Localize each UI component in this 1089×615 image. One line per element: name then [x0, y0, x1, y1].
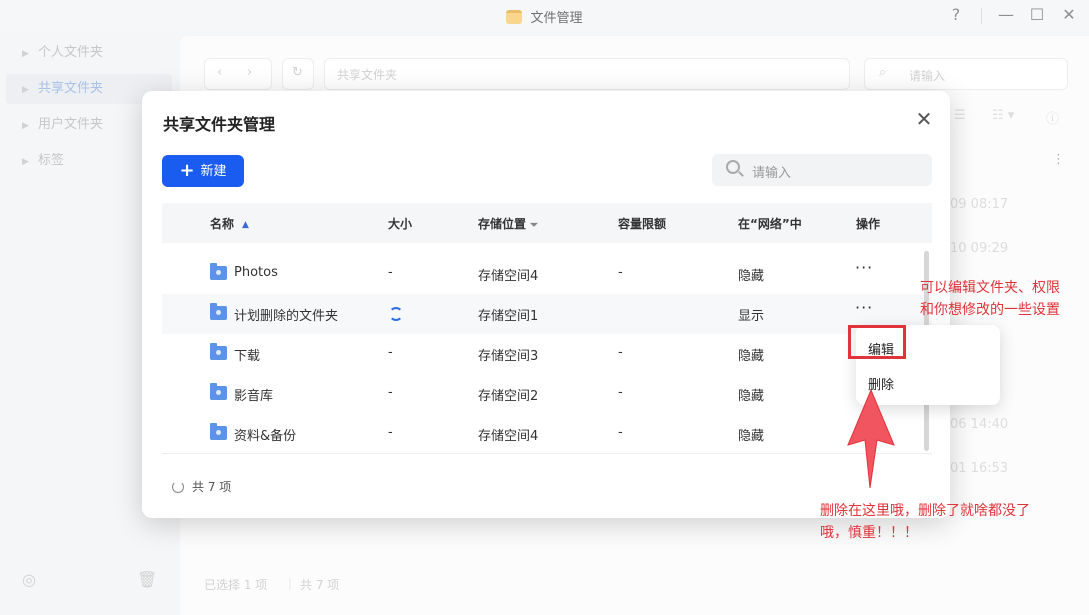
folder-network: 隐藏: [738, 349, 765, 364]
table-row[interactable]: 资料&备份 - 存储空间4 - 隐藏: [162, 414, 932, 454]
annotation-line: 可以编辑文件夹、权限: [920, 280, 1060, 296]
filter-icon[interactable]: ⏷: [530, 220, 538, 231]
item-count: 共 7 项: [192, 480, 232, 494]
column-actions: 操作: [856, 217, 881, 231]
more-actions-button[interactable]: ···: [855, 258, 873, 277]
folder-network: 隐藏: [738, 389, 765, 404]
column-quota[interactable]: 容量限额: [618, 215, 666, 232]
folder-size: -: [388, 345, 393, 360]
annotation-line: 和你想修改的一些设置: [920, 302, 1060, 318]
annotation-edit-hint: 可以编辑文件夹、权限 和你想修改的一些设置: [920, 277, 1060, 321]
folder-location: 存储空间2: [478, 389, 539, 404]
shared-folder-icon: [210, 343, 227, 360]
column-name-label: 名称: [210, 217, 235, 231]
new-button-label: 新建: [200, 164, 227, 179]
plus-icon: +: [179, 160, 195, 181]
edit-highlight-box: [848, 325, 906, 359]
folder-size: -: [388, 265, 393, 280]
folder-name: 下载: [234, 349, 261, 364]
new-folder-button[interactable]: + 新建: [162, 155, 244, 187]
folder-location: 存储空间3: [478, 349, 539, 364]
folder-name: 计划删除的文件夹: [234, 309, 339, 324]
refresh-icon[interactable]: [172, 481, 184, 493]
folder-quota: -: [618, 425, 623, 440]
shared-folder-management-dialog: 共享文件夹管理 ✕ + 新建 请输入 名称 ▲ 大小 存储位置 ⏷ 容量限额 在“网络…: [142, 91, 950, 518]
arrow-up-icon: [847, 390, 895, 489]
footer-divider: [162, 453, 932, 454]
folder-name: Photos: [234, 265, 278, 280]
folder-size: -: [388, 425, 393, 440]
annotation-delete-hint: 删除在这里哦，删除了就啥都没了 哦，慎重！！！: [820, 500, 1030, 544]
annotation-line: 删除在这里哦，删除了就啥都没了: [820, 503, 1030, 519]
column-network[interactable]: 在“网络”中: [738, 215, 802, 232]
search-placeholder: 请输入: [752, 166, 792, 181]
folder-location: 存储空间1: [478, 309, 539, 324]
folder-location: 存储空间4: [478, 429, 539, 444]
shared-folder-icon: [210, 423, 227, 440]
table-row[interactable]: 下载 - 存储空间3 - 隐藏: [162, 334, 932, 374]
annotation-line: 哦，慎重！！！: [820, 525, 918, 541]
folder-location: 存储空间4: [478, 269, 539, 284]
folder-name: 资料&备份: [234, 429, 297, 444]
folder-quota: -: [618, 265, 623, 280]
column-location[interactable]: 存储位置 ⏷: [478, 215, 538, 232]
shared-folder-icon: [210, 383, 227, 400]
folder-network: 隐藏: [738, 269, 765, 284]
column-name[interactable]: 名称 ▲: [210, 215, 249, 232]
search-icon: [726, 160, 740, 174]
folder-network: 隐藏: [738, 429, 765, 444]
close-icon[interactable]: ✕: [914, 108, 934, 130]
column-size[interactable]: 大小: [388, 215, 412, 232]
folder-quota: -: [618, 385, 623, 400]
more-actions-button[interactable]: ···: [855, 298, 873, 317]
sort-icon[interactable]: ▲: [242, 220, 249, 230]
folder-size: -: [388, 385, 393, 400]
dialog-title: 共享文件夹管理: [163, 115, 276, 134]
folder-network: 显示: [738, 309, 765, 324]
table-header: 名称 ▲ 大小 存储位置 ⏷ 容量限额 在“网络”中 操作: [162, 203, 932, 243]
table-row[interactable]: 影音库 - 存储空间2 - 隐藏: [162, 374, 932, 414]
dialog-search-input[interactable]: 请输入: [712, 154, 932, 186]
syncing-icon: [389, 307, 403, 321]
table-row[interactable]: Photos - 存储空间4 - 隐藏 ···: [162, 254, 932, 294]
column-location-label: 存储位置: [478, 217, 527, 231]
shared-folder-icon: [210, 303, 227, 320]
shared-folder-icon: [210, 263, 227, 280]
dialog-footer: 共 7 项: [172, 478, 231, 495]
table-row[interactable]: 计划删除的文件夹 存储空间1 显示 ···: [162, 294, 932, 334]
folder-quota: -: [618, 345, 623, 360]
folder-name: 影音库: [234, 389, 274, 404]
